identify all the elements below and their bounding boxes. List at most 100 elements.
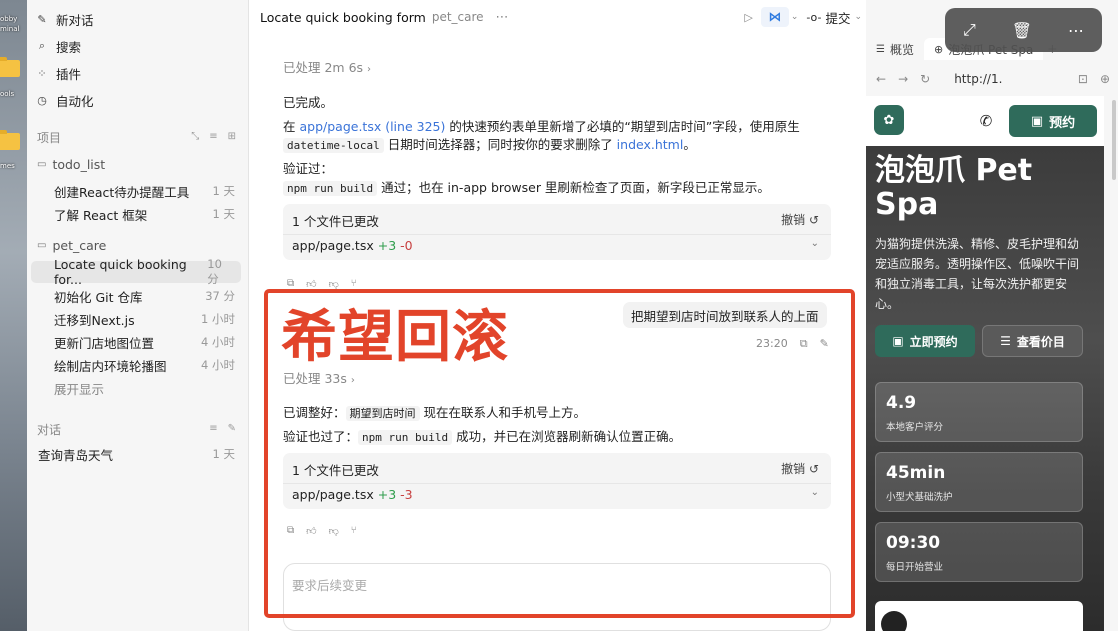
thread-time: 10 分 bbox=[207, 257, 222, 286]
stat-value: 45min bbox=[886, 463, 946, 483]
lines-removed: -0 bbox=[400, 238, 413, 253]
edit-icon: ✎ bbox=[37, 12, 47, 26]
trash-icon[interactable]: 🗑︎ bbox=[1012, 21, 1032, 40]
search-button[interactable]: ⌕ 搜索 bbox=[36, 36, 81, 56]
more-icon[interactable]: ⋯ bbox=[1068, 21, 1084, 40]
processed-label[interactable]: 已处理 33s › bbox=[283, 368, 355, 387]
filter-icon[interactable]: ≡ bbox=[209, 131, 217, 142]
file-link[interactable]: app/page.tsx (line 325) bbox=[299, 119, 445, 134]
automation-button[interactable]: ◷ 自动化 bbox=[36, 90, 93, 110]
filter-icon[interactable]: ≡ bbox=[209, 423, 217, 434]
more-icon[interactable]: ⋯ bbox=[496, 10, 509, 25]
undo-button[interactable]: 撤销 ↺ bbox=[781, 211, 819, 228]
tab-overview[interactable]: ☰ 概览 bbox=[866, 38, 924, 60]
book-now-button[interactable]: ▣ 立即预约 bbox=[875, 325, 975, 357]
main-panel: Locate quick booking form pet_care ⋯ ▷ ⋈… bbox=[249, 0, 1109, 631]
show-more-label: 展开显示 bbox=[54, 381, 105, 397]
stat-label: 小型犬基础洗护 bbox=[886, 492, 953, 503]
back-icon[interactable]: ← bbox=[876, 72, 886, 86]
followup-input[interactable]: 要求后续变更 bbox=[283, 563, 831, 631]
undo-icon: ↺ bbox=[808, 462, 819, 476]
edit-icon[interactable]: ✎ bbox=[820, 337, 829, 351]
view-prices-button[interactable]: ☰ 查看价目 bbox=[982, 325, 1083, 357]
chevron-down-icon[interactable]: ⌄ bbox=[791, 12, 799, 22]
desktop-label: mes bbox=[0, 162, 15, 170]
copy-icon[interactable]: ⧉ bbox=[287, 278, 294, 290]
chevron-down-icon[interactable]: ⌄ bbox=[811, 487, 819, 498]
folder-icon[interactable] bbox=[0, 57, 20, 77]
chat-title: 查询青岛天气 bbox=[38, 447, 114, 463]
thread-item[interactable]: 迁移到Next.js 1 小时 bbox=[31, 308, 241, 330]
file-link[interactable]: index.html bbox=[617, 137, 684, 152]
thread-item[interactable]: 初始化 Git 仓库 37 分 bbox=[31, 285, 241, 307]
thread-item[interactable]: 创建React待办提醒工具 1 天 bbox=[31, 180, 241, 202]
text-span: 通过；也在 in-app browser 里刷新检查了页面，新字段已正常显示。 bbox=[377, 180, 770, 195]
inline-code: npm run build bbox=[283, 181, 378, 196]
thumbs-down-icon[interactable]: 👎︎ bbox=[329, 525, 339, 537]
new-folder-icon[interactable]: ⊞ bbox=[228, 131, 236, 142]
thread-time: 1 天 bbox=[212, 184, 235, 198]
summary-line2: datetime-local 日期时间选择器；同时按你的要求删除了 index.… bbox=[283, 134, 696, 153]
commit-icon: -o- bbox=[806, 10, 822, 24]
submit-button[interactable]: -o- 提交 ⌄ bbox=[806, 8, 866, 27]
paw-logo-icon[interactable]: ✿ bbox=[874, 105, 904, 135]
verified-line: npm run build 通过；也在 in-app browser 里刷新检查… bbox=[283, 177, 770, 196]
file-name: app/page.tsx bbox=[292, 487, 374, 502]
thread-time: 4 小时 bbox=[201, 358, 235, 372]
expand-icon[interactable]: ⤢ bbox=[963, 20, 976, 40]
settings-icon[interactable]: ⊕ bbox=[1100, 72, 1110, 86]
message-actions: ⧉ 👍︎ 👎︎ ⑂ bbox=[287, 278, 357, 290]
inline-code: npm run build bbox=[358, 430, 453, 445]
thread-item[interactable]: 更新门店地图位置 4 小时 bbox=[31, 331, 241, 353]
book-button[interactable]: ▣ 预约 bbox=[1009, 105, 1097, 137]
text-span: 。 bbox=[683, 137, 696, 152]
hero-title: 泡泡爪 Pet Spa bbox=[875, 153, 1033, 222]
floating-toolbar: ⤢ 🗑︎ ⋯ bbox=[945, 8, 1102, 52]
project-pet-care[interactable]: ▭ pet_care bbox=[37, 238, 106, 253]
text-span: 在 bbox=[283, 119, 300, 134]
plugins-button[interactable]: ⁘ 插件 bbox=[36, 63, 81, 83]
url-text[interactable]: http://1. bbox=[954, 72, 1002, 86]
changed-file-row[interactable]: app/page.tsx +3 -3 bbox=[292, 487, 413, 502]
changed-file-row[interactable]: app/page.tsx +3 -0 bbox=[292, 238, 413, 253]
copy-icon[interactable]: ⧉ bbox=[287, 525, 294, 537]
vscode-icon[interactable]: ⋈ bbox=[760, 7, 789, 27]
checklist-icon: ☰ bbox=[1000, 334, 1011, 348]
show-more-button[interactable]: 展开显示 bbox=[31, 377, 241, 399]
copy-icon[interactable]: ⧉ bbox=[800, 337, 808, 351]
phone-icon[interactable]: ✆ bbox=[972, 107, 1000, 135]
branch-icon[interactable]: ⑂ bbox=[351, 278, 357, 290]
thumbs-up-icon[interactable]: 👍︎ bbox=[306, 525, 316, 537]
thread-item[interactable]: 了解 React 框架 1 天 bbox=[31, 203, 241, 225]
branch-icon[interactable]: ⑂ bbox=[351, 525, 357, 537]
bottom-card bbox=[875, 601, 1083, 631]
clock-icon: ◷ bbox=[37, 93, 47, 107]
browser-scrollbar[interactable] bbox=[1112, 100, 1116, 180]
edit-icon[interactable]: ✎ bbox=[228, 423, 236, 434]
chat-item[interactable]: 查询青岛天气 1 天 bbox=[31, 443, 241, 465]
files-changed-card: 1 个文件已更改 撤销 ↺ app/page.tsx +3 -0 ⌄ bbox=[283, 204, 831, 260]
collapse-icon[interactable]: ⤡ bbox=[191, 131, 199, 142]
thread-item[interactable]: 绘制店内环境轮播图 4 小时 bbox=[31, 354, 241, 376]
processed-label[interactable]: 已处理 2m 6s › bbox=[283, 57, 371, 76]
forward-icon[interactable]: → bbox=[898, 72, 908, 86]
chevron-down-icon[interactable]: ⌄ bbox=[811, 238, 819, 249]
stat-card: 45min 小型犬基础洗护 bbox=[875, 452, 1083, 512]
thread-item-active[interactable]: Locate quick booking for... 10 分 bbox=[31, 257, 241, 287]
thread-title: 初始化 Git 仓库 bbox=[54, 289, 143, 305]
stat-value: 09:30 bbox=[886, 533, 941, 553]
grid-icon: ⁘ bbox=[37, 66, 47, 80]
folder-icon[interactable] bbox=[0, 130, 20, 150]
done-text: 已完成。 bbox=[283, 95, 334, 110]
project-todo-list[interactable]: ▭ todo_list bbox=[37, 157, 105, 172]
play-icon[interactable]: ▷ bbox=[744, 11, 752, 24]
undo-button[interactable]: 撤销 ↺ bbox=[781, 460, 819, 477]
reload-icon[interactable]: ↻ bbox=[920, 72, 930, 86]
tab-label: 概览 bbox=[889, 42, 914, 57]
lines-added: +3 bbox=[377, 487, 397, 502]
thumbs-down-icon[interactable]: 👎︎ bbox=[329, 278, 339, 290]
user-message-meta: 23:20 ⧉ ✎ bbox=[756, 337, 829, 351]
new-chat-button[interactable]: ✎ 新对话 bbox=[36, 9, 93, 29]
screenshot-icon[interactable]: ⊡ bbox=[1078, 72, 1088, 86]
thumbs-up-icon[interactable]: 👍︎ bbox=[306, 278, 316, 290]
